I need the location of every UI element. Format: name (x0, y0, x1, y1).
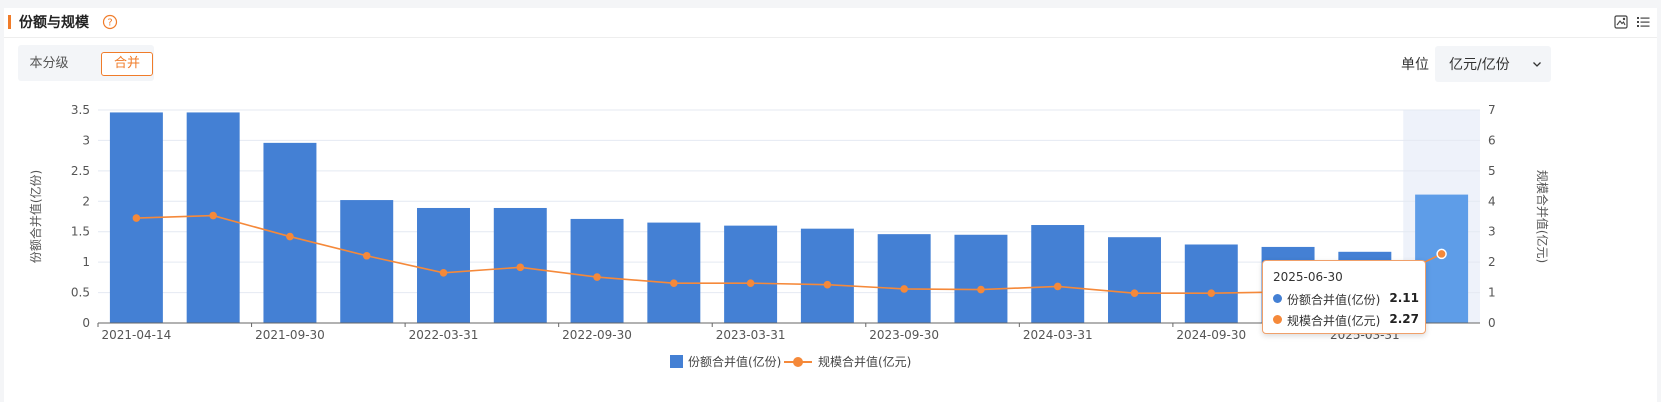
y-tick-label: 0.5 (71, 286, 90, 300)
y-tick-label: 2 (82, 194, 90, 208)
scale-point (516, 263, 525, 272)
share-bar (1184, 244, 1238, 323)
share-bar (647, 222, 701, 323)
x-tick-label: 2022-03-31 (409, 328, 479, 342)
y2-tick-label: 3 (1488, 225, 1496, 239)
scale-point (1130, 289, 1139, 297)
scale-point (362, 251, 371, 260)
y2-tick-label: 4 (1488, 194, 1496, 208)
x-tick-label: 2023-03-31 (716, 328, 786, 342)
legend-line-dot (793, 357, 803, 367)
y2-axis-title: 规模合并值(亿元) (1535, 170, 1550, 263)
scale-point (593, 273, 601, 281)
legend-scale-label: 规模合并值(亿元) (818, 354, 911, 369)
tooltip-row-share: 份额合并值(亿份) 2.11 (1273, 291, 1419, 307)
tooltip-date: 2025-06-30 (1273, 270, 1343, 284)
scale-line (136, 214, 1442, 294)
y2-tick-label: 2 (1488, 255, 1496, 269)
share-bar (570, 218, 624, 323)
y2-tick-label: 7 (1488, 103, 1496, 117)
y2-tick-label: 6 (1488, 133, 1496, 147)
y-tick-label: 0 (82, 316, 90, 330)
scale-point (670, 279, 678, 287)
tooltip-share-value: 2.11 (1389, 291, 1419, 305)
share-bar (1031, 225, 1085, 323)
tooltip-scale-value: 2.27 (1389, 312, 1419, 326)
chart-tooltip: 2025-06-30 份额合并值(亿份) 2.11 规模合并值(亿元) 2.27 (1262, 260, 1426, 334)
share-bar (877, 234, 931, 323)
y-tick-label: 1.5 (71, 225, 90, 239)
share-bar (954, 234, 1008, 323)
scale-point (132, 214, 141, 222)
scale-point (900, 285, 908, 293)
x-tick-label: 2024-03-31 (1023, 328, 1093, 342)
x-tick-label: 2023-09-30 (869, 328, 939, 342)
y-tick-label: 3.5 (71, 103, 90, 117)
share-bar (340, 200, 394, 323)
tooltip-scale-name: 规模合并值(亿元) (1287, 314, 1381, 328)
scale-point (1053, 282, 1062, 291)
tooltip-share-name: 份额合并值(亿份) (1287, 293, 1381, 307)
tooltip-share-dot (1273, 294, 1282, 303)
y-tick-label: 3 (82, 133, 90, 147)
scale-point (1436, 248, 1447, 260)
scale-point (746, 279, 755, 287)
scale-point (286, 232, 294, 241)
scale-point (209, 211, 217, 220)
x-tick-label: 2022-09-30 (562, 328, 632, 342)
share-bar (417, 207, 470, 323)
x-tick-label: 2024-09-30 (1176, 328, 1246, 342)
y-axis-title: 份额合并值(亿份) (28, 170, 43, 263)
legend-bar-swatch (670, 355, 683, 368)
y-tick-label: 1 (82, 255, 90, 269)
scale-point (1207, 289, 1216, 297)
tooltip-row-scale: 规模合并值(亿元) 2.27 (1273, 312, 1419, 328)
y2-tick-label: 5 (1488, 164, 1496, 178)
share-bar (1108, 237, 1161, 323)
y2-tick-label: 0 (1488, 316, 1496, 330)
x-tick-label: 2021-04-14 (102, 328, 172, 342)
scale-point (977, 285, 985, 294)
y2-tick-label: 1 (1488, 286, 1496, 300)
scale-point (823, 280, 832, 289)
share-bar (800, 228, 854, 323)
share-scale-chart: 0 0.5 1 1.5 2 2.5 3 3.5 0 1 2 3 4 5 6 7 2021-04-14 2021-0… (28, 103, 1550, 369)
legend-share-label: 份额合并值(亿份) (688, 354, 781, 369)
y-tick-label: 2.5 (71, 164, 90, 178)
scale-point (439, 268, 448, 277)
share-bar (724, 225, 778, 323)
x-tick-label: 2021-09-30 (255, 328, 325, 342)
tooltip-scale-dot (1273, 315, 1282, 324)
